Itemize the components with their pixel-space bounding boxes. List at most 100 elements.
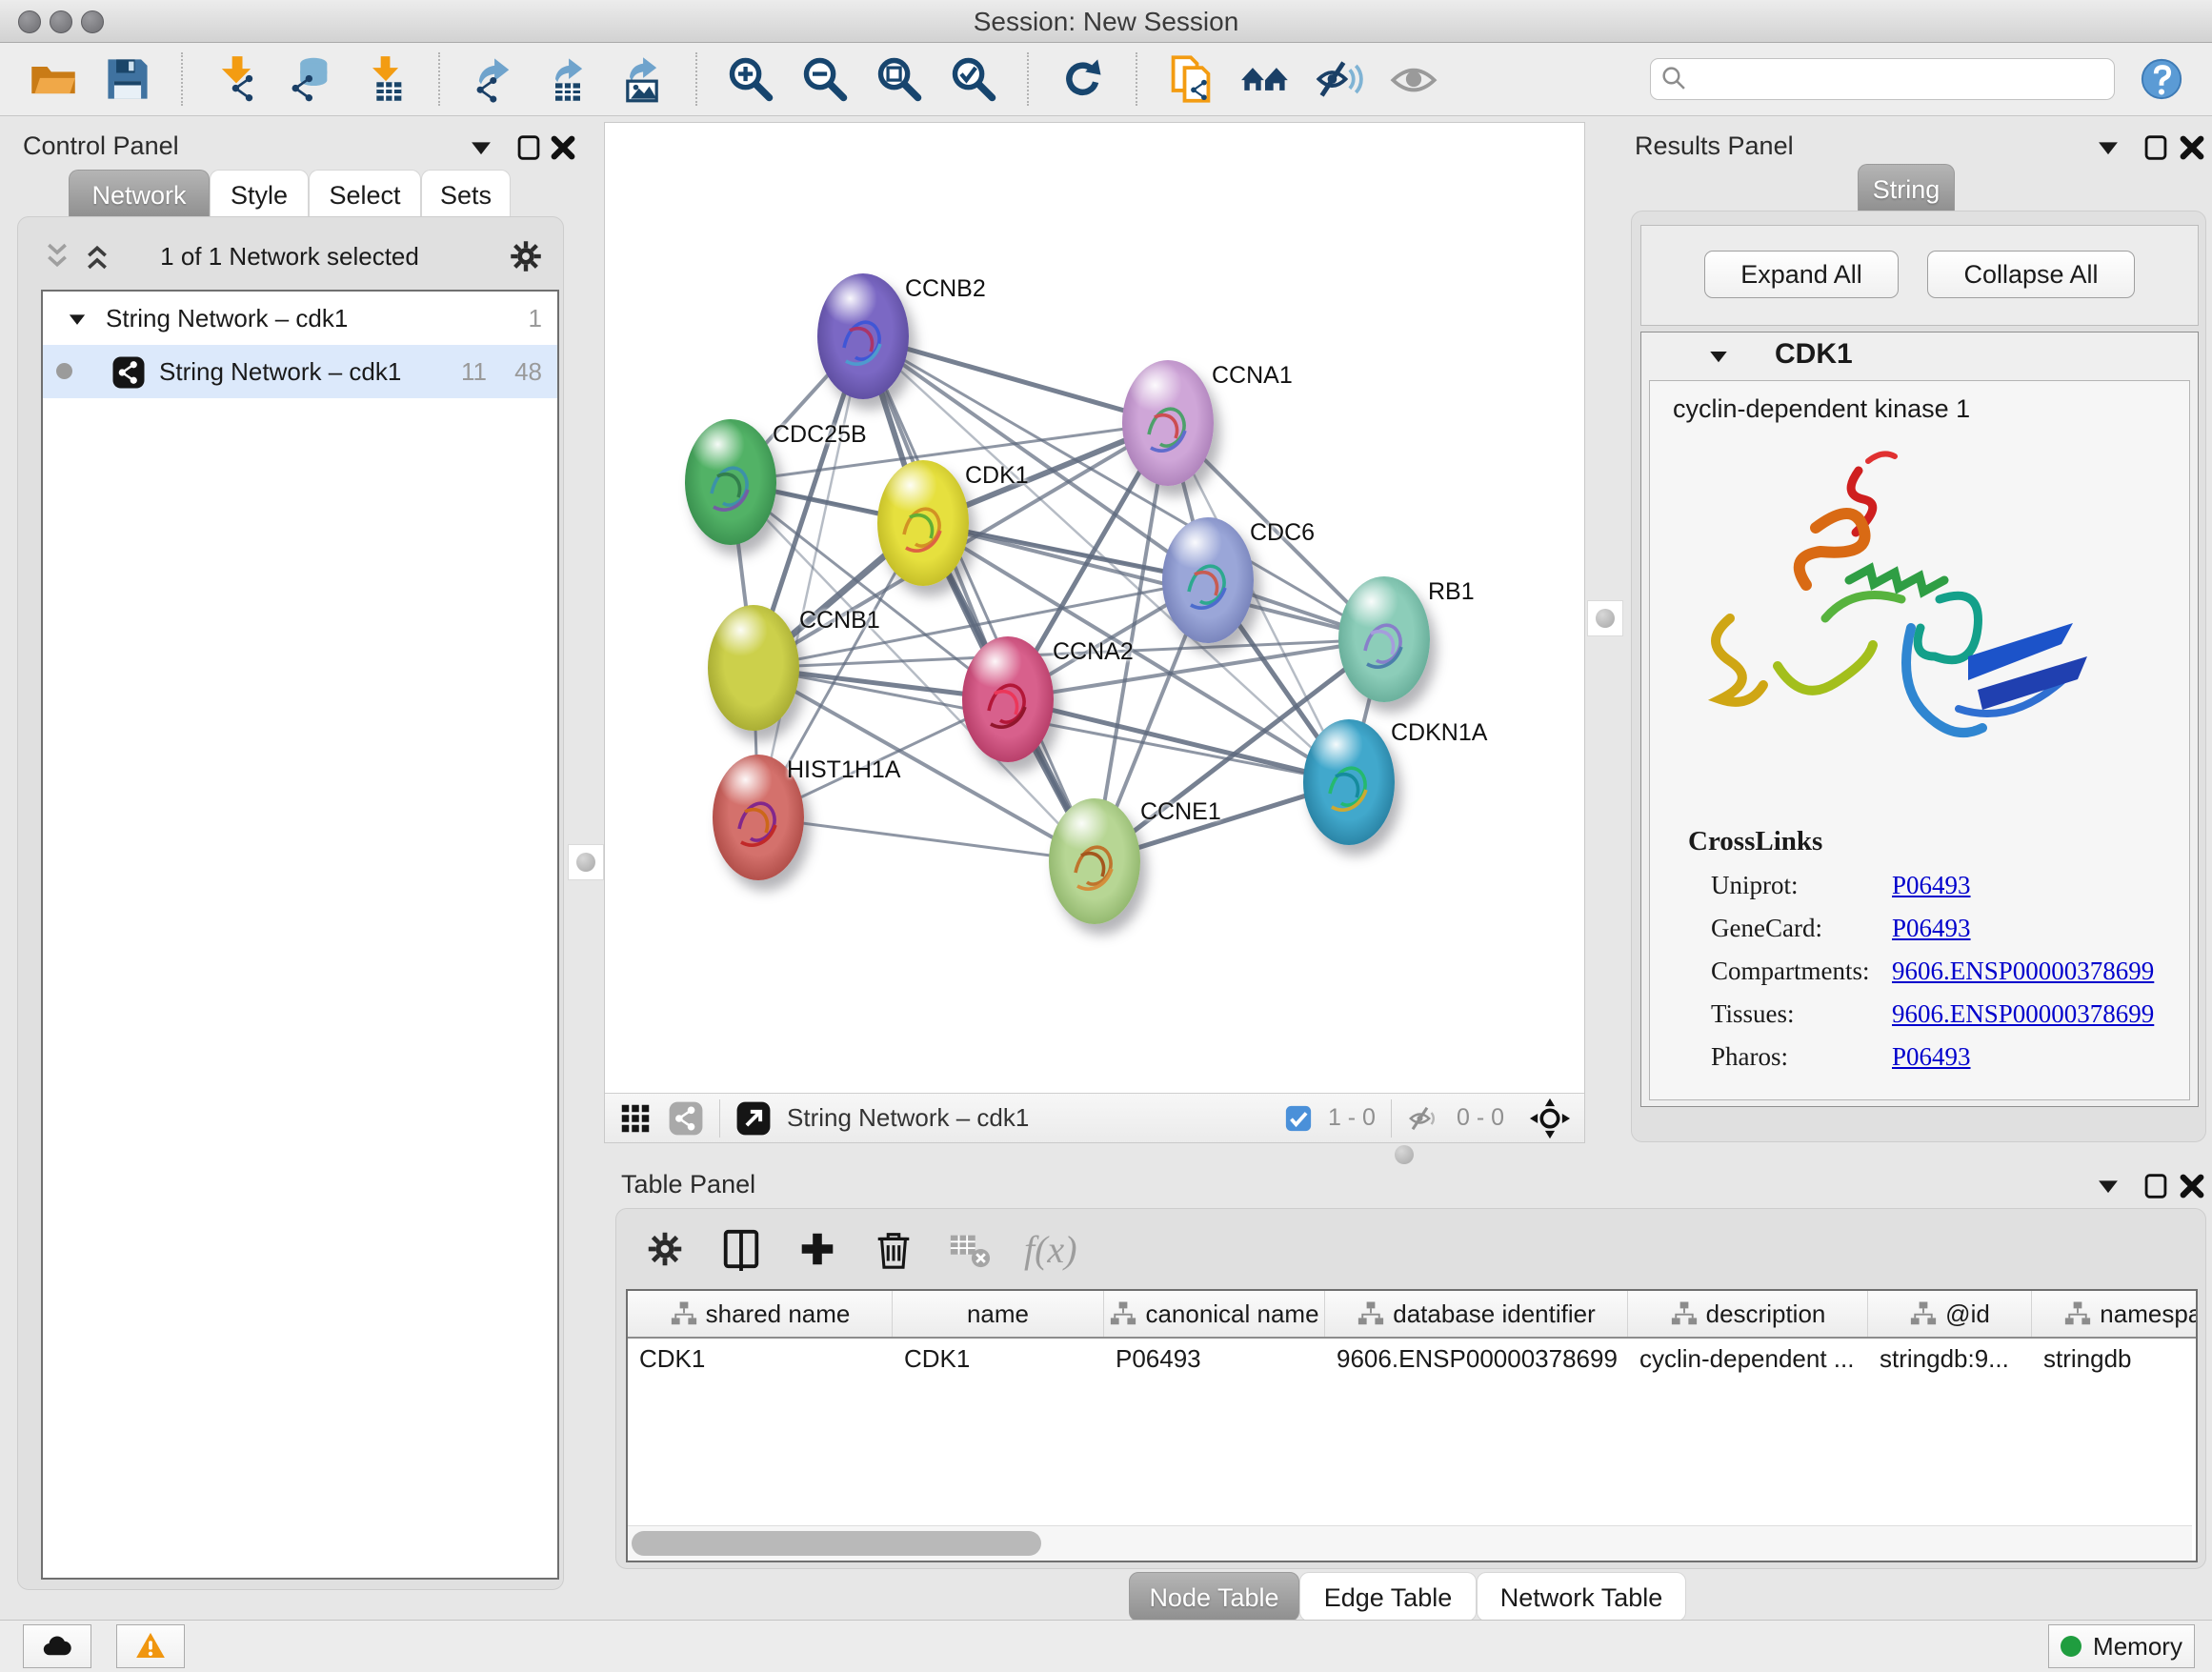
show-columns-icon[interactable] [719,1227,763,1271]
cloud-button[interactable] [23,1624,91,1668]
save-session-icon[interactable] [103,54,152,104]
network-node-CCNE1[interactable] [1049,798,1140,924]
network-node-CCNA2[interactable] [962,636,1054,762]
crosslink-link[interactable]: 9606.ENSP00000378699 [1892,957,2154,986]
tab-node-table[interactable]: Node Table [1129,1572,1299,1622]
tab-sets[interactable]: Sets [421,170,511,218]
network-edge-HIST1H1A-CCNE1[interactable] [758,817,1095,861]
node-label-CCNE1: CCNE1 [1140,798,1221,826]
tree-column-icon [2063,1299,2092,1328]
network-node-CDK1[interactable] [877,460,969,586]
float-panel-icon[interactable] [2140,1170,2172,1202]
table-cell[interactable]: CDK1 [628,1339,893,1379]
tab-select[interactable]: Select [309,170,421,218]
crosslink-link[interactable]: 9606.ENSP00000378699 [1892,999,2154,1029]
table-gear-icon[interactable] [643,1227,687,1271]
column-header-shared-name[interactable]: shared name [628,1291,893,1337]
column-header-canonical-name[interactable]: canonical name [1104,1291,1325,1337]
tab-style[interactable]: Style [210,170,309,218]
zoom-out-icon[interactable] [800,54,850,104]
warnings-button[interactable] [116,1624,185,1668]
network-edge-CCNB2-HIST1H1A[interactable] [758,336,863,817]
network-node-CCNA1[interactable] [1122,360,1214,486]
grid-view-icon[interactable] [618,1101,653,1136]
export-table-icon[interactable] [543,54,593,104]
fit-selected-crosshair-icon[interactable] [1529,1098,1571,1139]
export-image-icon[interactable] [617,54,667,104]
node-table[interactable]: shared namenamecanonical namedatabase id… [626,1289,2198,1562]
float-panel-icon[interactable] [2140,131,2172,164]
close-panel-icon[interactable] [547,131,579,164]
gear-icon[interactable] [506,236,546,276]
close-panel-icon[interactable] [2176,131,2208,164]
zoom-selected-icon[interactable] [949,54,998,104]
results-panel-title: Results Panel [1635,131,1794,161]
table-cell[interactable]: stringdb:9... [1868,1339,2032,1379]
tree-expand-icon[interactable] [64,306,90,332]
import-table-icon[interactable] [360,54,410,104]
table-cell[interactable]: P06493 [1104,1339,1325,1379]
zoom-in-icon[interactable] [726,54,775,104]
open-session-icon[interactable] [29,54,78,104]
network-canvas[interactable]: CCNB2CCNA1CDC25BCDK1CDC6RB1CCNB1CCNA2CDK… [605,123,1584,1093]
collapse-all-button[interactable]: Collapse All [1927,251,2135,298]
float-panel-icon[interactable] [513,131,545,164]
network-node-RB1[interactable] [1338,576,1430,702]
column-header-description[interactable]: description [1628,1291,1868,1337]
network-node-CCNB2[interactable] [817,273,909,399]
refresh-icon[interactable] [1057,54,1107,104]
right-split-handle[interactable] [1587,600,1623,636]
import-network-icon[interactable] [211,54,261,104]
column-header--id[interactable]: @id [1868,1291,2032,1337]
crosslink-link[interactable]: P06493 [1892,871,1971,900]
network-node-CCNB1[interactable] [708,605,799,731]
import-database-icon[interactable] [286,54,335,104]
export-network-icon[interactable] [469,54,518,104]
network-row-selected[interactable]: String Network – cdk1 11 48 [43,345,557,398]
tab-network-table[interactable]: Network Table [1477,1572,1686,1622]
column-header-name[interactable]: name [893,1291,1104,1337]
clone-network-icon[interactable] [1166,54,1216,104]
show-labels-eye-icon[interactable] [1389,54,1438,104]
selected-checkbox-icon[interactable] [1284,1104,1313,1133]
table-cell[interactable]: stringdb [2032,1339,2198,1379]
horizontal-scrollbar[interactable] [628,1525,2192,1561]
collapse-all-icon[interactable] [39,238,75,274]
table-cell[interactable]: CDK1 [893,1339,1104,1379]
column-header-database-identifier[interactable]: database identifier [1325,1291,1628,1337]
crosslink-link[interactable]: P06493 [1892,914,1971,943]
tab-network[interactable]: Network [69,170,210,218]
network-node-CDKN1A[interactable] [1303,719,1395,845]
delete-column-icon[interactable] [872,1227,915,1271]
zoom-fit-icon[interactable] [875,54,924,104]
network-node-CDC25B[interactable] [685,419,776,545]
hide-labels-eye-slash-icon[interactable] [1315,54,1364,104]
expand-all-icon[interactable] [79,238,115,274]
crosslinks-list: Uniprot:P06493GeneCard:P06493Compartment… [1650,871,2189,1072]
expand-all-button[interactable]: Expand All [1704,251,1899,298]
tab-edge-table[interactable]: Edge Table [1299,1572,1477,1622]
close-panel-icon[interactable] [2176,1170,2208,1202]
tab-string[interactable]: String [1858,164,1955,212]
help-icon[interactable] [2140,57,2183,101]
network-node-CDC6[interactable] [1162,517,1254,643]
scrollbar-thumb[interactable] [632,1531,1041,1556]
column-header-namespace[interactable]: namespace [2032,1291,2198,1337]
table-cell[interactable]: 9606.ENSP00000378699 [1325,1339,1628,1379]
network-thumbnail-icon[interactable] [668,1100,704,1137]
collapse-panel-icon[interactable] [2092,1170,2124,1202]
left-split-handle[interactable] [568,844,604,880]
memory-button[interactable]: Memory [2048,1624,2195,1668]
double-house-icon[interactable] [1240,54,1290,104]
crosslink-link[interactable]: P06493 [1892,1042,1971,1072]
gene-collapse-icon[interactable] [1704,342,1733,371]
search-box[interactable] [1650,58,2115,100]
search-input[interactable] [1691,60,2106,98]
network-collection-row[interactable]: String Network – cdk1 1 [43,292,557,345]
hidden-eye-slash-icon[interactable] [1407,1101,1441,1136]
add-column-icon[interactable] [795,1227,839,1271]
table-cell[interactable]: cyclin-dependent ... [1628,1339,1868,1379]
detach-view-icon[interactable] [735,1100,772,1137]
collapse-panel-icon[interactable] [2092,131,2124,164]
collapse-panel-icon[interactable] [465,131,497,164]
